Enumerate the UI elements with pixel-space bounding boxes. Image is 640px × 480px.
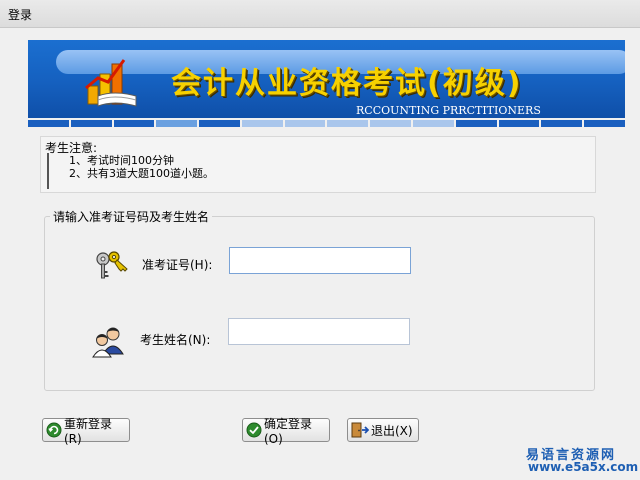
confirm-login-button[interactable]: 确定登录(O)	[242, 417, 330, 446]
notice-bar	[47, 153, 49, 189]
keys-icon	[96, 251, 128, 279]
banner-title: 会计从业资格考试(初级)	[171, 66, 523, 101]
candidate-name-label: 考生姓名(N):	[140, 333, 211, 347]
title-bar: 登录	[0, 0, 640, 28]
exit-button[interactable]: 退出(X)	[347, 418, 419, 442]
exit-label: 退出(X)	[371, 423, 413, 438]
relogin-label: 重新登录(R)	[64, 416, 113, 446]
books-chart-icon	[85, 59, 137, 107]
exam-id-label: 准考证号(H):	[142, 258, 213, 272]
banner: 会计从业资格考试(初级) RCCOUNTING PRRCTITIONERS	[28, 40, 625, 118]
refresh-icon	[46, 422, 62, 438]
banner-subtitle: RCCOUNTING PRRCTITIONERS	[356, 104, 541, 117]
banner-stripe	[28, 120, 625, 127]
exam-id-input[interactable]	[229, 247, 411, 274]
candidate-name-input[interactable]	[228, 318, 410, 345]
notice-line-2: 2、共有3道大题100道小题。	[69, 167, 214, 180]
watermark-url: www.e5a5x.com	[528, 460, 639, 474]
confirm-login-label: 确定登录(O)	[264, 416, 313, 446]
window-title: 登录	[8, 8, 33, 22]
login-group-label: 请输入准考证号码及考生姓名	[50, 208, 213, 225]
users-icon	[92, 327, 124, 358]
notice-box: 考生注意: 1、考试时间100分钟 2、共有3道大题100道小题。	[40, 136, 596, 193]
check-icon	[246, 422, 262, 438]
exit-door-icon	[351, 422, 369, 438]
login-group-box	[44, 216, 595, 391]
relogin-button[interactable]: 重新登录(R)	[42, 417, 130, 446]
